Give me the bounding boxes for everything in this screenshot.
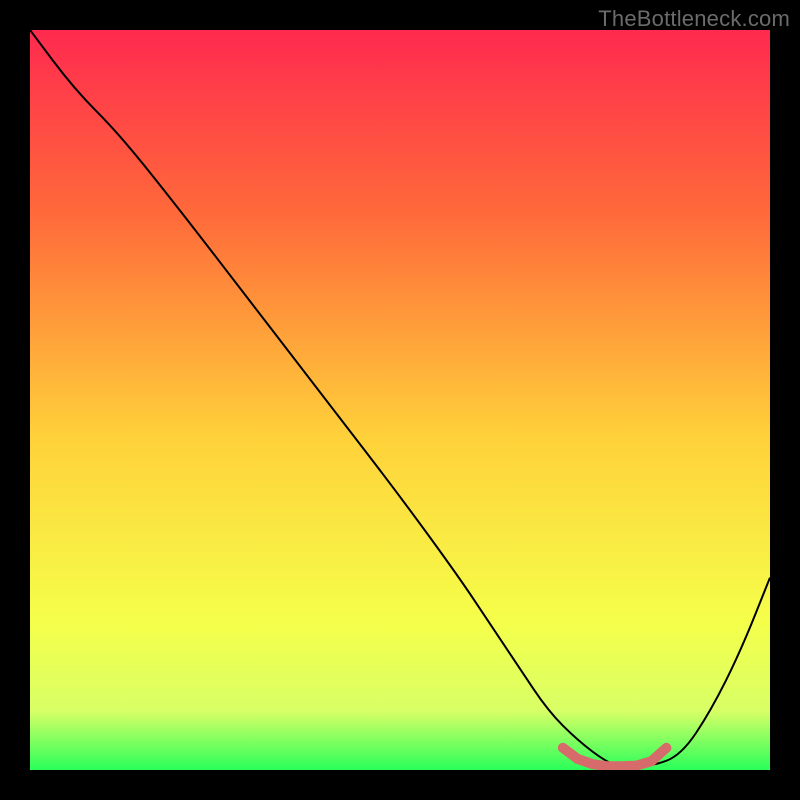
watermark-text: TheBottleneck.com <box>598 6 790 32</box>
gradient-background <box>30 30 770 770</box>
bottleneck-chart <box>30 30 770 770</box>
chart-container: TheBottleneck.com <box>0 0 800 800</box>
plot-area <box>30 30 770 770</box>
